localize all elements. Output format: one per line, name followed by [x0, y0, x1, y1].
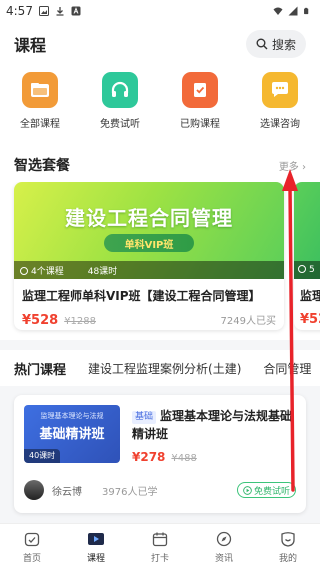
tab-checkin[interactable]: 打卡: [135, 530, 185, 564]
course-original-price: ¥488: [171, 453, 197, 464]
banner-title: 建设工程合同管理: [65, 206, 233, 230]
quick-nav: 全部课程 免费试听 已购课程 选课咨询: [0, 66, 320, 140]
free-trial-button[interactable]: 免费试听: [236, 482, 296, 498]
package-price: ¥52: [300, 312, 320, 327]
search-icon: [256, 38, 268, 50]
package-learners: 7249人已买: [220, 316, 276, 327]
wifi-icon: [273, 7, 283, 15]
teacher-name: 徐云博: [52, 486, 82, 498]
teacher-avatar: [24, 480, 44, 500]
calendar-icon: [151, 530, 169, 548]
app-notification-icon: [71, 6, 81, 16]
thumbnail-hours: 40课时: [24, 449, 61, 463]
status-bar: 4:57: [0, 0, 320, 22]
course-price: ¥278: [132, 450, 166, 464]
package-price: ¥528: [22, 313, 59, 328]
quick-nav-free-trial[interactable]: 免费试听: [85, 72, 155, 130]
course-thumbnail: 监理基本理论与法规 基础精讲班 40课时: [24, 405, 120, 463]
search-button[interactable]: 搜索: [246, 30, 306, 58]
play-icon: [298, 265, 306, 273]
play-icon: [20, 266, 28, 275]
tab-case-analysis[interactable]: 建设工程监理案例分析(土建): [88, 360, 241, 377]
course-learners: 3976人已学: [102, 486, 158, 498]
banner-stats: 4个课程 48课时: [14, 261, 284, 279]
chevron-right-icon: ›: [302, 161, 306, 173]
course-icon: [87, 530, 105, 548]
more-label: 更多: [278, 161, 299, 173]
hot-courses-tabs: 热门课程 建设工程监理案例分析(土建) 合同管理: [0, 350, 320, 386]
package-original-price: ¥1288: [64, 316, 96, 327]
quick-nav-purchased[interactable]: 已购课程: [165, 72, 235, 130]
tab-hot-courses[interactable]: 热门课程: [14, 359, 67, 380]
play-circle-icon: [243, 485, 252, 495]
course-count: 5: [309, 265, 315, 275]
status-time: 4:57: [6, 4, 33, 18]
package-banner: 建设工程合同管理 单科VIP班 4个课程 48课时: [14, 182, 284, 279]
bottom-tab-bar: 首页 课程 打卡 资讯 我的: [0, 523, 320, 569]
tab-home[interactable]: 首页: [7, 530, 57, 564]
tab-contract-management[interactable]: 合同管理: [263, 360, 311, 377]
package-name: 监理: [300, 289, 320, 303]
page-header: 课程 搜索: [0, 22, 320, 66]
packages-more-link[interactable]: 更多 ›: [279, 158, 306, 173]
compass-icon: [215, 530, 233, 548]
level-tag: 基础: [132, 411, 157, 424]
folder-icon: [22, 72, 58, 108]
home-icon: [23, 530, 41, 548]
quick-nav-label: 已购课程: [180, 119, 220, 130]
quick-nav-consult[interactable]: 选课咨询: [245, 72, 315, 130]
course-count: 4个课程: [31, 266, 64, 277]
package-banner: 5: [294, 182, 320, 279]
download-notification-icon: [56, 7, 64, 16]
tab-label: 资讯: [214, 553, 233, 564]
thumbnail-subtitle: 监理基本理论与法规: [40, 412, 104, 420]
page-title: 课程: [14, 36, 47, 55]
course-title: 基础 监理基本理论与法规基础精讲班: [132, 407, 296, 443]
hours-count: 48课时: [87, 266, 118, 277]
quick-nav-label: 免费试听: [100, 119, 140, 130]
package-name: 监理工程师单科VIP班【建设工程合同管理】: [22, 289, 261, 303]
battery-icon: [304, 7, 309, 15]
packages-carousel[interactable]: 建设工程合同管理 单科VIP班 4个课程 48课时 监理工程师单科VIP班【建设…: [0, 182, 320, 340]
tab-label: 首页: [22, 553, 41, 564]
tab-news[interactable]: 资讯: [199, 530, 249, 564]
tab-profile[interactable]: 我的: [263, 530, 313, 564]
purchased-icon: [182, 72, 218, 108]
search-label: 搜索: [271, 37, 296, 52]
course-card[interactable]: 监理基本理论与法规 基础精讲班 40课时 基础 监理基本理论与法规基础精讲班 ¥2…: [14, 395, 306, 513]
packages-section-header: 智选套餐 更多 ›: [0, 148, 320, 182]
image-notification-icon: [38, 6, 49, 16]
thumbnail-title: 基础精讲班: [39, 427, 105, 442]
tab-courses[interactable]: 课程: [71, 530, 121, 564]
quick-nav-label: 全部课程: [20, 119, 60, 130]
chat-icon: [262, 72, 298, 108]
package-card[interactable]: 建设工程合同管理 单科VIP班 4个课程 48课时 监理工程师单科VIP班【建设…: [14, 182, 284, 330]
free-trial-label: 免费试听: [253, 486, 290, 497]
tab-label: 课程: [86, 553, 105, 564]
package-card-next[interactable]: 5 监理 ¥52: [294, 182, 320, 330]
tab-label: 打卡: [150, 553, 169, 564]
headphones-icon: [102, 72, 138, 108]
signal-icon: [288, 6, 298, 16]
quick-nav-all-courses[interactable]: 全部课程: [5, 72, 75, 130]
profile-icon: [279, 530, 297, 548]
tab-label: 我的: [278, 553, 297, 564]
packages-title: 智选套餐: [14, 158, 70, 174]
quick-nav-label: 选课咨询: [260, 119, 300, 130]
banner-badge: 单科VIP班: [104, 234, 194, 252]
